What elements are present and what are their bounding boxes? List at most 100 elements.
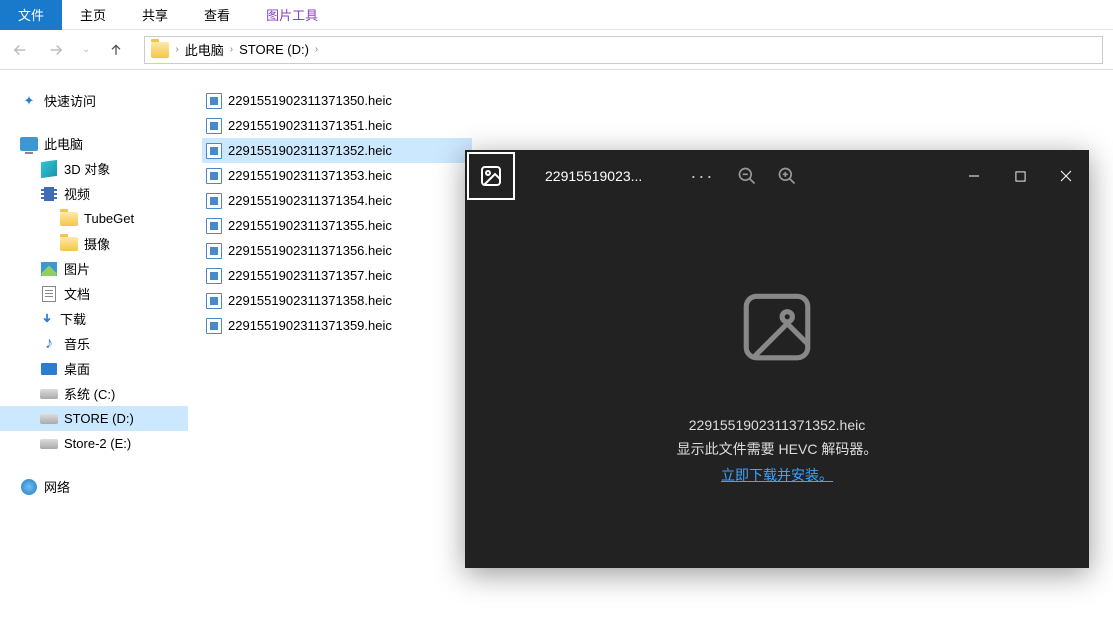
image-file-icon [206, 93, 222, 109]
photos-title: 22915519023... [545, 168, 642, 184]
ribbon-tab-picture-tools[interactable]: 图片工具 [248, 0, 336, 30]
tree-label: 音乐 [64, 334, 90, 353]
image-file-icon [206, 268, 222, 284]
file-row[interactable]: 2291551902311371359.heic [202, 313, 472, 338]
minimize-button[interactable] [951, 159, 997, 193]
chevron-right-icon: › [175, 44, 178, 55]
tree-label: 文档 [64, 284, 90, 303]
tree-music[interactable]: ♪ 音乐 [0, 331, 188, 356]
back-button[interactable] [10, 40, 30, 60]
ribbon-tab-view[interactable]: 查看 [186, 0, 248, 30]
tree-3d-objects[interactable]: 3D 对象 [0, 156, 188, 181]
image-file-icon [206, 243, 222, 259]
tree-label: 快速访问 [44, 91, 96, 110]
desktop-icon [40, 361, 58, 377]
image-file-icon [206, 218, 222, 234]
music-icon: ♪ [40, 336, 58, 352]
ribbon-tab-file[interactable]: 文件 [0, 0, 62, 30]
folder-icon [151, 42, 169, 58]
tree-downloads[interactable]: 下载 [0, 306, 188, 331]
image-file-icon [206, 168, 222, 184]
photos-download-link[interactable]: 立即下载并安装。 [721, 465, 833, 485]
tree-quick-access[interactable]: ✦ 快速访问 [0, 88, 188, 113]
image-file-icon [206, 193, 222, 209]
up-button[interactable] [106, 40, 126, 60]
tree-label: 3D 对象 [64, 159, 110, 178]
tree-pictures[interactable]: 图片 [0, 256, 188, 281]
tree-desktop[interactable]: 桌面 [0, 356, 188, 381]
file-name: 2291551902311371350.heic [228, 93, 392, 108]
breadcrumb-this-pc[interactable]: 此电脑 [185, 40, 224, 59]
photos-titlebar[interactable]: 22915519023... ··· [465, 150, 1089, 202]
file-name: 2291551902311371356.heic [228, 243, 392, 258]
file-row[interactable]: 2291551902311371352.heic [202, 138, 472, 163]
photos-app-window: 22915519023... ··· 2291551902311371352.h… [465, 150, 1089, 568]
photos-filename: 2291551902311371352.heic [689, 417, 865, 433]
tree-label: 图片 [64, 259, 90, 278]
address-bar[interactable]: › 此电脑 › STORE (D:) › [144, 36, 1103, 64]
forward-button[interactable] [46, 40, 66, 60]
file-name: 2291551902311371354.heic [228, 193, 392, 208]
file-row[interactable]: 2291551902311371355.heic [202, 213, 472, 238]
file-name: 2291551902311371359.heic [228, 318, 392, 333]
file-row[interactable]: 2291551902311371350.heic [202, 88, 472, 113]
file-row[interactable]: 2291551902311371353.heic [202, 163, 472, 188]
navigation-pane: ✦ 快速访问 此电脑 3D 对象 视频 TubeGet 摄像 图片 [0, 70, 188, 628]
tree-network[interactable]: 网络 [0, 474, 188, 499]
close-button[interactable] [1043, 159, 1089, 193]
tree-drive-d[interactable]: STORE (D:) [0, 406, 188, 431]
image-file-icon [206, 318, 222, 334]
tree-tubeget[interactable]: TubeGet [0, 206, 188, 231]
breadcrumb-drive[interactable]: STORE (D:) [239, 42, 309, 57]
tree-drive-e[interactable]: Store-2 (E:) [0, 431, 188, 456]
cube-icon [40, 161, 58, 177]
folder-icon [60, 211, 78, 227]
chevron-right-icon: › [315, 44, 318, 55]
drive-icon [40, 386, 58, 402]
tree-label: 摄像 [84, 234, 110, 253]
tree-camera[interactable]: 摄像 [0, 231, 188, 256]
pc-icon [20, 136, 38, 152]
tree-label: TubeGet [84, 211, 134, 226]
image-file-icon [206, 293, 222, 309]
image-placeholder-icon [736, 286, 818, 371]
ribbon-tab-home[interactable]: 主页 [62, 0, 124, 30]
maximize-button[interactable] [997, 159, 1043, 193]
file-row[interactable]: 2291551902311371356.heic [202, 238, 472, 263]
ribbon-tab-share[interactable]: 共享 [124, 0, 186, 30]
ribbon-tabs: 文件 主页 共享 查看 图片工具 [0, 0, 1113, 30]
navigation-bar: ⌄ › 此电脑 › STORE (D:) › [0, 30, 1113, 70]
tree-label: Store-2 (E:) [64, 436, 131, 451]
file-row[interactable]: 2291551902311371351.heic [202, 113, 472, 138]
tree-videos[interactable]: 视频 [0, 181, 188, 206]
file-name: 2291551902311371352.heic [228, 143, 392, 158]
zoom-controls [732, 161, 802, 191]
drive-icon [40, 411, 58, 427]
photos-codec-message: 显示此文件需要 HEVC 解码器。 [677, 439, 878, 459]
film-icon [40, 186, 58, 202]
tree-label: 视频 [64, 184, 90, 203]
nav-arrows: ⌄ [10, 40, 126, 60]
image-file-icon [206, 143, 222, 159]
globe-icon [20, 479, 38, 495]
tree-label: 下载 [60, 309, 86, 328]
tree-drive-c[interactable]: 系统 (C:) [0, 381, 188, 406]
more-button[interactable]: ··· [682, 166, 722, 187]
picture-icon [40, 261, 58, 277]
zoom-out-icon[interactable] [732, 161, 762, 191]
download-icon [40, 312, 54, 326]
file-row[interactable]: 2291551902311371358.heic [202, 288, 472, 313]
file-row[interactable]: 2291551902311371357.heic [202, 263, 472, 288]
file-row[interactable]: 2291551902311371354.heic [202, 188, 472, 213]
tree-label: 系统 (C:) [64, 384, 115, 403]
image-file-icon [206, 118, 222, 134]
tree-documents[interactable]: 文档 [0, 281, 188, 306]
document-icon [40, 286, 58, 302]
star-icon: ✦ [20, 93, 38, 109]
tree-this-pc[interactable]: 此电脑 [0, 131, 188, 156]
photos-app-icon [467, 152, 515, 200]
tree-label: STORE (D:) [64, 411, 134, 426]
recent-dropdown-icon[interactable]: ⌄ [82, 44, 90, 55]
file-name: 2291551902311371358.heic [228, 293, 392, 308]
zoom-in-icon[interactable] [772, 161, 802, 191]
